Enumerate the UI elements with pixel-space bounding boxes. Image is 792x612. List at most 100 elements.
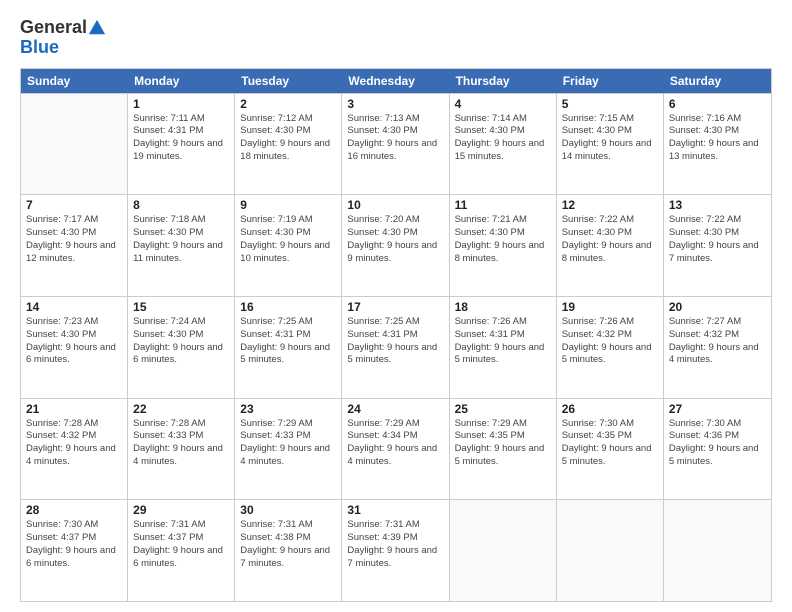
day-info: Sunrise: 7:25 AMSunset: 4:31 PMDaylight:… (240, 316, 336, 367)
calendar-cell: 22 Sunrise: 7:28 AMSunset: 4:33 PMDayligh… (128, 399, 235, 500)
day-number: 10 (347, 198, 443, 212)
day-number: 17 (347, 300, 443, 314)
day-number: 4 (455, 97, 551, 111)
day-number: 2 (240, 97, 336, 111)
day-info: Sunrise: 7:23 AMSunset: 4:30 PMDaylight:… (26, 316, 122, 367)
calendar-row: 7Sunrise: 7:17 AMSunset: 4:30 PMDaylight… (21, 194, 771, 296)
day-number: 30 (240, 503, 336, 517)
day-info: Sunrise: 7:22 AMSunset: 4:30 PMDaylight:… (669, 214, 766, 265)
calendar-cell: 10Sunrise: 7:20 AMSunset: 4:30 PMDayligh… (342, 195, 449, 296)
day-number: 9 (240, 198, 336, 212)
day-number: 6 (669, 97, 766, 111)
calendar-row: 28Sunrise: 7:30 AMSunset: 4:37 PMDayligh… (21, 499, 771, 601)
day-info: Sunrise: 7:15 AMSunset: 4:30 PMDaylight:… (562, 113, 658, 164)
day-info: Sunrise: 7:22 AMSunset: 4:30 PMDaylight:… (562, 214, 658, 265)
calendar-cell: 15 Sunrise: 7:24 AMSunset: 4:30 PMDayligh… (128, 297, 235, 398)
day-number: 12 (562, 198, 658, 212)
weekday-header: Monday (128, 69, 235, 93)
day-info: Sunrise: 7:28 AMSunset: 4:32 PMDaylight:… (26, 418, 122, 469)
day-info: Sunrise: 7:29 AMSunset: 4:35 PMDaylight:… (455, 418, 551, 469)
day-info: Sunrise: 7:24 AMSunset: 4:30 PMDaylight:… (133, 316, 229, 367)
day-info: Sunrise: 7:26 AMSunset: 4:32 PMDaylight:… (562, 316, 658, 367)
calendar-cell: 25Sunrise: 7:29 AMSunset: 4:35 PMDayligh… (450, 399, 557, 500)
day-info: Sunrise: 7:14 AMSunset: 4:30 PMDaylight:… (455, 113, 551, 164)
day-number: 14 (26, 300, 122, 314)
day-number: 7 (26, 198, 122, 212)
calendar-cell: 19Sunrise: 7:26 AMSunset: 4:32 PMDayligh… (557, 297, 664, 398)
logo-general: General (20, 18, 87, 38)
calendar-cell: 8Sunrise: 7:18 AMSunset: 4:30 PMDaylight… (128, 195, 235, 296)
calendar-cell: 24 Sunrise: 7:29 AMSunset: 4:34 PMDayligh… (342, 399, 449, 500)
day-info: Sunrise: 7:18 AMSunset: 4:30 PMDaylight:… (133, 214, 229, 265)
day-info: Sunrise: 7:27 AMSunset: 4:32 PMDaylight:… (669, 316, 766, 367)
calendar-cell: 5 Sunrise: 7:15 AMSunset: 4:30 PMDaylight… (557, 94, 664, 195)
weekday-header: Friday (557, 69, 664, 93)
day-number: 24 (347, 402, 443, 416)
calendar-cell: 20 Sunrise: 7:27 AMSunset: 4:32 PMDayligh… (664, 297, 771, 398)
calendar-cell (450, 500, 557, 601)
day-info: Sunrise: 7:21 AMSunset: 4:30 PMDaylight:… (455, 214, 551, 265)
calendar-cell: 21 Sunrise: 7:28 AMSunset: 4:32 PMDayligh… (21, 399, 128, 500)
day-number: 18 (455, 300, 551, 314)
logo: GeneralBlue (20, 18, 106, 58)
day-info: Sunrise: 7:26 AMSunset: 4:31 PMDaylight:… (455, 316, 551, 367)
day-info: Sunrise: 7:11 AMSunset: 4:31 PMDaylight:… (133, 113, 229, 164)
calendar-body: 1 Sunrise: 7:11 AMSunset: 4:31 PMDaylight… (21, 93, 771, 601)
day-info: Sunrise: 7:29 AMSunset: 4:33 PMDaylight:… (240, 418, 336, 469)
calendar-cell: 3Sunrise: 7:13 AMSunset: 4:30 PMDaylight… (342, 94, 449, 195)
calendar-cell: 11 Sunrise: 7:21 AMSunset: 4:30 PMDayligh… (450, 195, 557, 296)
calendar-cell: 23 Sunrise: 7:29 AMSunset: 4:33 PMDayligh… (235, 399, 342, 500)
calendar-row: 1 Sunrise: 7:11 AMSunset: 4:31 PMDaylight… (21, 93, 771, 195)
calendar-cell: 26 Sunrise: 7:30 AMSunset: 4:35 PMDayligh… (557, 399, 664, 500)
day-number: 22 (133, 402, 229, 416)
calendar-cell: 27 Sunrise: 7:30 AMSunset: 4:36 PMDayligh… (664, 399, 771, 500)
day-info: Sunrise: 7:25 AMSunset: 4:31 PMDaylight:… (347, 316, 443, 367)
day-info: Sunrise: 7:29 AMSunset: 4:34 PMDaylight:… (347, 418, 443, 469)
day-info: Sunrise: 7:31 AMSunset: 4:38 PMDaylight:… (240, 519, 336, 570)
calendar-cell (664, 500, 771, 601)
day-number: 20 (669, 300, 766, 314)
day-number: 26 (562, 402, 658, 416)
day-number: 31 (347, 503, 443, 517)
day-info: Sunrise: 7:28 AMSunset: 4:33 PMDaylight:… (133, 418, 229, 469)
calendar-cell: 18 Sunrise: 7:26 AMSunset: 4:31 PMDayligh… (450, 297, 557, 398)
calendar-cell: 7Sunrise: 7:17 AMSunset: 4:30 PMDaylight… (21, 195, 128, 296)
weekday-header: Tuesday (235, 69, 342, 93)
weekday-header: Saturday (664, 69, 771, 93)
calendar-cell: 29Sunrise: 7:31 AMSunset: 4:37 PMDayligh… (128, 500, 235, 601)
calendar-header: SundayMondayTuesdayWednesdayThursdayFrid… (21, 69, 771, 93)
calendar-cell: 13 Sunrise: 7:22 AMSunset: 4:30 PMDayligh… (664, 195, 771, 296)
day-number: 5 (562, 97, 658, 111)
calendar-cell (557, 500, 664, 601)
day-number: 23 (240, 402, 336, 416)
calendar-cell: 28Sunrise: 7:30 AMSunset: 4:37 PMDayligh… (21, 500, 128, 601)
day-info: Sunrise: 7:19 AMSunset: 4:30 PMDaylight:… (240, 214, 336, 265)
day-info: Sunrise: 7:31 AMSunset: 4:39 PMDaylight:… (347, 519, 443, 570)
calendar-cell: 14 Sunrise: 7:23 AMSunset: 4:30 PMDayligh… (21, 297, 128, 398)
day-number: 1 (133, 97, 229, 111)
calendar-cell: 4 Sunrise: 7:14 AMSunset: 4:30 PMDaylight… (450, 94, 557, 195)
calendar-cell (21, 94, 128, 195)
day-info: Sunrise: 7:31 AMSunset: 4:37 PMDaylight:… (133, 519, 229, 570)
logo-triangle-icon (88, 19, 106, 37)
calendar-row: 14 Sunrise: 7:23 AMSunset: 4:30 PMDayligh… (21, 296, 771, 398)
calendar-cell: 9 Sunrise: 7:19 AMSunset: 4:30 PMDaylight… (235, 195, 342, 296)
logo-blue: Blue (20, 37, 59, 57)
day-info: Sunrise: 7:30 AMSunset: 4:36 PMDaylight:… (669, 418, 766, 469)
day-info: Sunrise: 7:13 AMSunset: 4:30 PMDaylight:… (347, 113, 443, 164)
day-info: Sunrise: 7:16 AMSunset: 4:30 PMDaylight:… (669, 113, 766, 164)
calendar-cell: 30 Sunrise: 7:31 AMSunset: 4:38 PMDayligh… (235, 500, 342, 601)
day-number: 16 (240, 300, 336, 314)
day-number: 11 (455, 198, 551, 212)
day-number: 13 (669, 198, 766, 212)
day-number: 28 (26, 503, 122, 517)
day-number: 21 (26, 402, 122, 416)
weekday-header: Thursday (450, 69, 557, 93)
calendar-cell: 12 Sunrise: 7:22 AMSunset: 4:30 PMDayligh… (557, 195, 664, 296)
calendar-cell: 16 Sunrise: 7:25 AMSunset: 4:31 PMDayligh… (235, 297, 342, 398)
day-number: 15 (133, 300, 229, 314)
page: GeneralBlue SundayMondayTuesdayWednesday… (0, 0, 792, 612)
day-info: Sunrise: 7:30 AMSunset: 4:35 PMDaylight:… (562, 418, 658, 469)
weekday-header: Wednesday (342, 69, 449, 93)
day-number: 27 (669, 402, 766, 416)
